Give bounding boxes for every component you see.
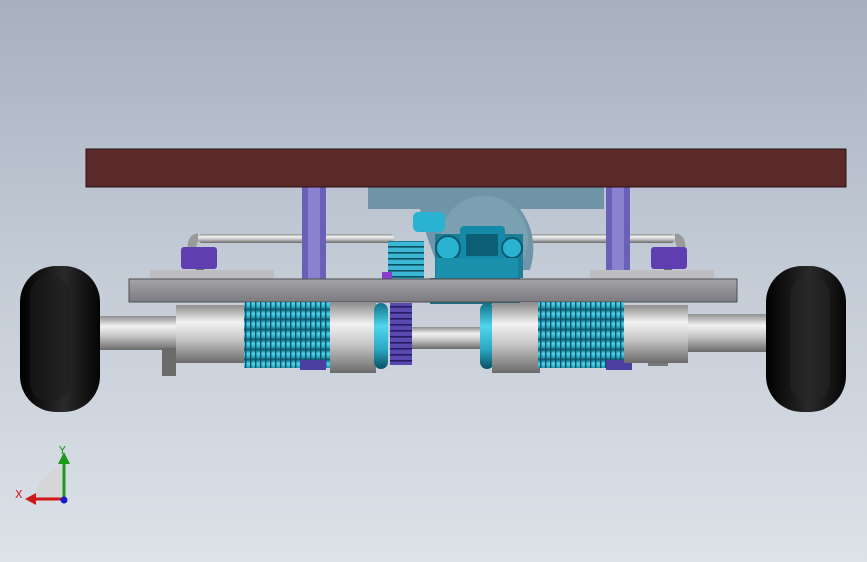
y-axis-label: Y — [58, 444, 66, 457]
coordinate-triad-icon: Y X — [15, 444, 70, 505]
motor-left — [176, 302, 412, 373]
wheel-right — [766, 266, 846, 412]
cad-model-front-view[interactable]: Y X — [0, 0, 867, 562]
wheel-left — [20, 266, 100, 412]
motor-right — [480, 302, 688, 373]
cad-viewport[interactable]: Y X — [0, 0, 867, 562]
chassis-frame-plate — [128, 278, 738, 303]
z-axis-dot — [60, 496, 68, 504]
x-axis-label: X — [15, 488, 23, 501]
drive-axle-left — [96, 316, 186, 376]
deck-support-bracket-left — [302, 186, 326, 280]
deck-support-bracket-right — [606, 186, 630, 280]
skateboard-deck — [85, 148, 847, 188]
